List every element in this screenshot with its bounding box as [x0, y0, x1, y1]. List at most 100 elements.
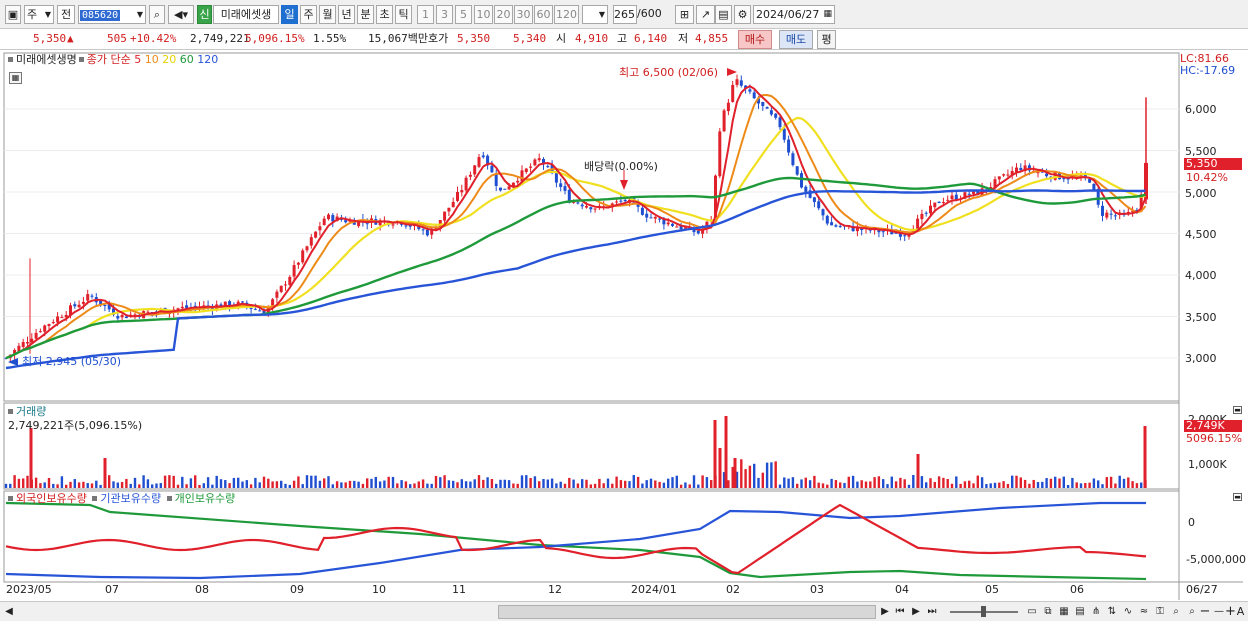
volume-bar — [520, 475, 524, 488]
calendar-icon[interactable]: ▦ — [823, 6, 832, 23]
candle-body — [937, 201, 941, 204]
indicator-icon[interactable]: ⋔ — [1089, 605, 1103, 619]
layout-icon[interactable]: ▭ — [1025, 605, 1039, 619]
close-panel-icon[interactable]: ▬ — [1233, 493, 1242, 501]
interval-5-button[interactable]: 5 — [455, 5, 472, 24]
market-type-select[interactable]: 주 ▼ — [24, 5, 54, 24]
speaker-icon[interactable]: ◀▾ — [168, 5, 194, 24]
chart-canvas[interactable] — [0, 50, 1248, 601]
volume-title[interactable]: 거래량 — [16, 405, 46, 418]
interval-10-button[interactable]: 10 — [474, 5, 493, 24]
period-month-tab[interactable]: 월 — [319, 5, 336, 24]
calculator-icon[interactable]: ▦ — [9, 72, 22, 84]
table-icon[interactable]: ▤ — [1073, 605, 1087, 619]
candle-body — [774, 113, 778, 118]
plus-icon[interactable]: + — [1225, 605, 1236, 619]
interval-60-button[interactable]: 60 — [534, 5, 553, 24]
period-week-tab[interactable]: 주 — [300, 5, 317, 24]
period-day-tab[interactable]: 일 — [281, 5, 298, 24]
date-field[interactable]: 2024/06/27 ▦ — [753, 5, 835, 24]
multi-chart-icon[interactable]: ⧉ — [1041, 605, 1055, 619]
volume-bar — [138, 484, 141, 488]
chart-area[interactable]: 미래에셋생명 종가 단순 5 10 20 60 120 ▦ 최고 6,500 (0… — [0, 50, 1248, 621]
candle-body — [26, 342, 29, 344]
compare-icon[interactable]: ⇅ — [1105, 605, 1119, 619]
interval-custom-select[interactable]: ▼ — [582, 5, 608, 24]
sell-button[interactable]: 매도 — [779, 30, 813, 49]
candle-body — [817, 201, 821, 209]
scroll-thumb[interactable] — [498, 605, 876, 619]
window-icon[interactable]: ▣ — [5, 5, 21, 24]
crosshair-icon[interactable]: ⊞ — [675, 5, 694, 24]
volume-bar — [713, 420, 717, 488]
trend-icon[interactable]: ∿ — [1121, 605, 1135, 619]
price-legend: 미래에셋생명 종가 단순 5 10 20 60 120 — [6, 53, 218, 67]
volume-bar — [267, 478, 270, 488]
bottom-scroll-bar[interactable]: ◀ ▶ ⏮ ▶ ⏭ ▭ ⧉ ▦ ▤ ⋔ ⇅ ∿ ≈ ⚿ ⌕ ⌕ − — + A — [0, 601, 1248, 621]
stock-code-input[interactable]: 085620 ▼ — [78, 5, 146, 24]
interval-20-button[interactable]: 20 — [494, 5, 513, 24]
interval-1-button[interactable]: 1 — [417, 5, 434, 24]
wave-icon[interactable]: ≈ — [1137, 605, 1151, 619]
zoom-slider-handle[interactable] — [981, 606, 986, 617]
buy-button[interactable]: 매수 — [738, 30, 772, 49]
volume-bar — [1101, 484, 1104, 488]
whole-market-button[interactable]: 전 — [57, 5, 75, 24]
volume-bar — [331, 484, 334, 488]
font-size-icon[interactable]: A — [1235, 605, 1246, 619]
gear-icon[interactable]: ⚙ — [734, 5, 751, 24]
search-icon[interactable]: ⌕ — [1169, 605, 1183, 619]
avg-price-button[interactable]: 평 — [817, 30, 836, 49]
last-page-icon[interactable]: ⏭ — [925, 605, 939, 619]
hline-icon[interactable]: — — [1213, 605, 1225, 619]
candle-body — [563, 186, 567, 191]
search-icon[interactable]: ⌕ — [149, 5, 165, 24]
candle-body — [838, 226, 842, 228]
interval-30-button[interactable]: 30 — [514, 5, 533, 24]
interval-120-button[interactable]: 120 — [554, 5, 579, 24]
zoom-in-icon[interactable]: ⌕ — [1185, 605, 1199, 619]
first-page-icon[interactable]: ⏮ — [893, 605, 907, 619]
candle-body — [279, 285, 283, 292]
data-count-input[interactable]: 265 — [613, 5, 637, 24]
institution-holdings-label[interactable]: 기관보유수량 — [100, 492, 161, 505]
ma-title[interactable]: 종가 단순 — [87, 53, 131, 66]
candle-body — [559, 183, 563, 187]
interval-3-button[interactable]: 3 — [436, 5, 453, 24]
volume-bar — [869, 481, 872, 488]
volume-bar — [108, 475, 111, 488]
scroll-left-icon[interactable]: ◀ — [4, 605, 14, 619]
volume-bar — [297, 476, 300, 488]
volume-bar — [348, 480, 352, 488]
close-panel-icon[interactable]: ▬ — [1233, 406, 1242, 414]
period-minute-tab[interactable]: 분 — [357, 5, 374, 24]
drawing-tool-icon[interactable]: ↗ — [696, 5, 715, 24]
grid-icon[interactable]: ▦ — [1057, 605, 1071, 619]
foreign-holdings-label[interactable]: 외국인보유수량 — [16, 492, 87, 505]
current-volume-pct: 5096.15% — [1186, 432, 1242, 445]
candle-body — [731, 84, 735, 102]
individual-holdings-label[interactable]: 개인보유수량 — [175, 492, 236, 505]
volume-bar — [1122, 478, 1126, 488]
lock-icon[interactable]: ⚿ — [1153, 605, 1167, 619]
volume-bar — [314, 475, 317, 488]
candle-body — [503, 188, 507, 190]
volume-bar — [1032, 479, 1035, 488]
period-year-tab[interactable]: 년 — [338, 5, 355, 24]
holdings-legend: 외국인보유수량 기관보유수량 개인보유수량 — [6, 492, 235, 506]
scroll-right-icon[interactable]: ▶ — [880, 605, 890, 619]
volume-bar — [417, 481, 420, 488]
volume-bar — [344, 482, 347, 488]
ma120-label: 120 — [197, 53, 219, 66]
holdings-tick-0: 0 — [1188, 516, 1195, 529]
stock-name-field[interactable]: 미래에셋생 — [213, 5, 279, 24]
minus-icon[interactable]: − — [1199, 605, 1211, 619]
period-second-tab[interactable]: 초 — [376, 5, 393, 24]
play-icon[interactable]: ▶ — [910, 605, 922, 619]
period-tick-tab[interactable]: 틱 — [395, 5, 412, 24]
stock-legend-name[interactable]: 미래에셋생명 — [16, 53, 77, 66]
volume-bar — [684, 482, 687, 488]
volume-bar — [396, 483, 399, 488]
save-icon[interactable]: ▤ — [715, 5, 732, 24]
volume-bar — [748, 465, 752, 488]
